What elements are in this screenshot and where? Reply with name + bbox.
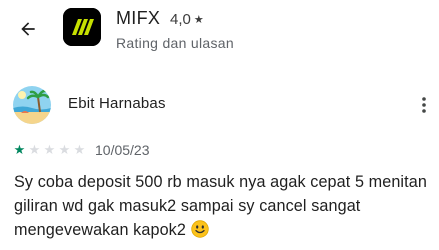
slightly-smiling-face-icon — [190, 220, 209, 238]
more-options-button[interactable] — [416, 93, 432, 117]
back-button[interactable] — [13, 14, 43, 44]
reviewer-name: Ebit Harnabas — [68, 95, 166, 112]
beach-avatar-icon — [13, 86, 51, 124]
avatar — [13, 86, 51, 124]
review-body: Sy coba deposit 500 rb masuk nya agak ce… — [14, 173, 427, 239]
page-subtitle: Rating dan ulasan — [116, 35, 234, 51]
app-icon[interactable] — [63, 8, 101, 46]
app-rating: 4,0 ★ — [170, 11, 204, 28]
review-text: Sy coba deposit 500 rb masuk nya agak ce… — [14, 170, 434, 242]
arrow-left-icon — [21, 22, 35, 36]
star-empty-icon: ★ — [73, 142, 86, 157]
review-detail-page: MIFX 4,0 ★ Rating dan ulasan Ebit Harnab… — [0, 0, 439, 250]
star-filled-icon: ★ — [13, 142, 26, 157]
more-vert-icon — [422, 97, 426, 113]
star-icon: ★ — [193, 14, 204, 26]
star-empty-icon: ★ — [28, 142, 41, 157]
app-rating-value: 4,0 — [170, 11, 191, 28]
star-empty-icon: ★ — [58, 142, 71, 157]
star-rating: ★ ★ ★ ★ ★ — [12, 143, 87, 157]
star-empty-icon: ★ — [43, 142, 56, 157]
app-name: MIFX — [116, 8, 161, 28]
mifx-logo-icon — [63, 8, 101, 46]
review-date: 10/05/23 — [95, 142, 150, 158]
